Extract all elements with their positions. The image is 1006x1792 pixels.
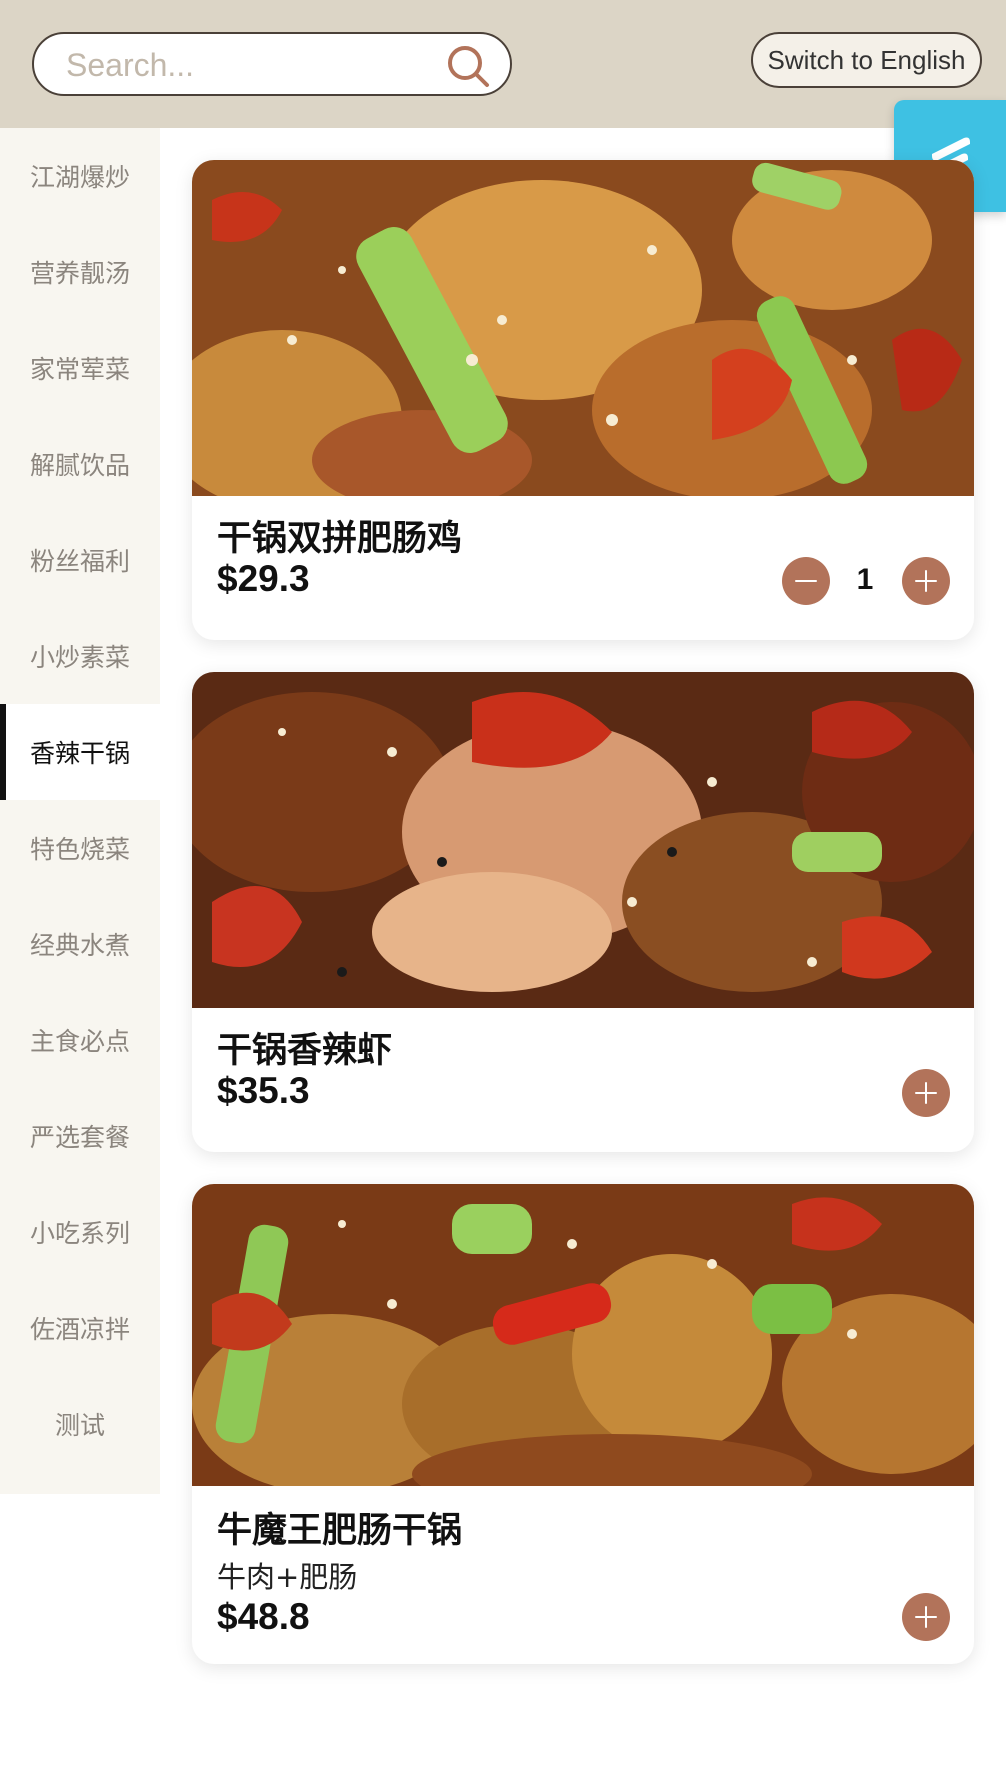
sidebar-item-jieni-yinpin[interactable]: 解腻饮品: [0, 416, 160, 512]
sidebar-item-xiaochao-sucai[interactable]: 小炒素菜: [0, 608, 160, 704]
sidebar-item-zuojiu-liangban[interactable]: 佐酒凉拌: [0, 1280, 160, 1376]
dish-photo: [192, 1184, 974, 1486]
search-box[interactable]: Search...: [32, 32, 512, 96]
sidebar-item-jianghu-baochao[interactable]: 江湖爆炒: [0, 128, 160, 224]
dish-card[interactable]: 干锅香辣虾 $35.3: [192, 672, 974, 1152]
sidebar-item-jingdian-shuizhu[interactable]: 经典水煮: [0, 896, 160, 992]
switch-language-button[interactable]: Switch to English: [751, 32, 982, 88]
top-header: Search... Switch to English: [0, 0, 1006, 128]
search-input[interactable]: Search...: [66, 47, 194, 84]
dish-card[interactable]: 牛魔王肥肠干锅 牛肉+肥肠 $48.8: [192, 1184, 974, 1664]
search-icon[interactable]: [446, 44, 490, 88]
sidebar-item-xiangla-ganguo[interactable]: 香辣干锅: [0, 704, 160, 800]
dish-card[interactable]: 干锅双拼肥肠鸡 $29.3 1: [192, 160, 974, 640]
dish-name: 干锅香辣虾: [217, 1031, 393, 1071]
dish-name: 干锅双拼肥肠鸡: [217, 519, 463, 559]
dish-description: 牛肉+肥肠: [217, 1560, 358, 1594]
dish-price: $48.8: [217, 1596, 310, 1637]
sidebar-item-xiaochi-xilie[interactable]: 小吃系列: [0, 1184, 160, 1280]
sidebar-item-jiachang-huncai[interactable]: 家常荤菜: [0, 320, 160, 416]
sidebar-item-yanxuan-taocan[interactable]: 严选套餐: [0, 1088, 160, 1184]
sidebar-item-ceshi[interactable]: 测试: [0, 1376, 160, 1472]
sidebar-item-zhushi-bidian[interactable]: 主食必点: [0, 992, 160, 1088]
dish-price: $29.3: [217, 558, 310, 599]
sidebar-item-tese-shaocai[interactable]: 特色烧菜: [0, 800, 160, 896]
dish-price: $35.3: [217, 1070, 310, 1111]
sidebar-item-yingyang-liangtang[interactable]: 营养靓汤: [0, 224, 160, 320]
dish-photo: [192, 672, 974, 1008]
minus-button[interactable]: [782, 557, 830, 605]
add-button[interactable]: [902, 1069, 950, 1117]
sidebar-item-fensi-fuli[interactable]: 粉丝福利: [0, 512, 160, 608]
dish-name: 牛魔王肥肠干锅: [217, 1511, 463, 1551]
quantity-value: 1: [856, 563, 874, 596]
add-button[interactable]: [902, 1593, 950, 1641]
category-sidebar: 江湖爆炒 营养靓汤 家常荤菜 解腻饮品 粉丝福利 小炒素菜 香辣干锅 特色烧菜 …: [0, 128, 160, 1494]
add-button[interactable]: [902, 557, 950, 605]
dish-photo: [192, 160, 974, 496]
